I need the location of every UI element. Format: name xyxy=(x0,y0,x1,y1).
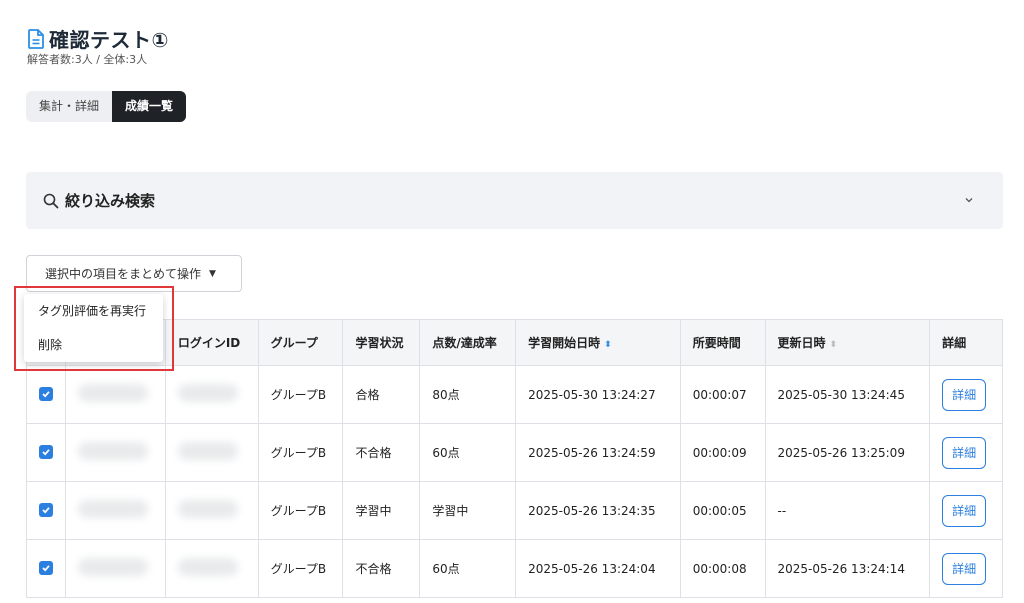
tab-summary-detail[interactable]: 集計・詳細 xyxy=(26,91,113,122)
grade-table: ログインID グループ 学習状況 点数/達成率 学習開始日時 ⬍ 所要時間 更新日… xyxy=(26,319,1003,598)
table-header-row: ログインID グループ 学習状況 点数/達成率 学習開始日時 ⬍ 所要時間 更新日… xyxy=(26,319,1003,366)
checkbox-checked-icon[interactable] xyxy=(39,445,53,459)
blurred-login-id xyxy=(177,384,238,402)
header-start-time-label: 学習開始日時 xyxy=(528,336,601,350)
page-title: 確認テスト① xyxy=(49,28,169,52)
blurred-name xyxy=(78,500,148,518)
sort-icon[interactable]: ⬍ xyxy=(604,340,612,350)
blurred-name xyxy=(78,384,148,402)
filter-search-label: 絞り込み検索 xyxy=(65,192,156,210)
group-cell: グループB xyxy=(257,481,344,540)
blurred-login-id xyxy=(177,558,238,576)
duration-cell: 00:00:05 xyxy=(679,481,766,540)
start-time-cell: 2025-05-26 13:24:59 xyxy=(515,423,681,482)
row-checkbox-cell[interactable] xyxy=(26,423,66,482)
group-cell: グループB xyxy=(257,539,344,598)
row-checkbox-cell[interactable] xyxy=(26,481,66,540)
login-id-cell xyxy=(164,539,259,598)
detail-button[interactable]: 詳細 xyxy=(942,378,987,411)
detail-cell: 詳細 xyxy=(929,481,1003,540)
detail-button[interactable]: 詳細 xyxy=(942,494,987,527)
score-cell: 60点 xyxy=(419,539,517,598)
chevron-down-icon[interactable] xyxy=(963,194,975,206)
header-updated-time[interactable]: 更新日時 ⬍ xyxy=(764,319,931,366)
checkbox-checked-icon[interactable] xyxy=(39,503,53,517)
status-cell: 不合格 xyxy=(342,539,421,598)
table-row: グループB 学習中 学習中 2025-05-26 13:24:35 00:00:… xyxy=(26,481,1003,540)
updated-time-cell: 2025-05-26 13:25:09 xyxy=(764,423,931,482)
name-cell xyxy=(65,481,166,540)
bulk-action-button[interactable]: 選択中の項目をまとめて操作 ▼ xyxy=(26,255,242,292)
updated-time-cell: 2025-05-26 13:24:14 xyxy=(764,539,931,598)
start-time-cell: 2025-05-30 13:24:27 xyxy=(515,365,681,424)
score-cell: 80点 xyxy=(419,365,517,424)
group-cell: グループB xyxy=(257,423,344,482)
updated-time-cell: -- xyxy=(764,481,931,540)
blurred-login-id xyxy=(177,500,238,518)
score-cell: 60点 xyxy=(419,423,517,482)
respondent-count: 解答者数:3人 / 全体:3人 xyxy=(27,53,148,66)
detail-cell: 詳細 xyxy=(929,365,1003,424)
group-cell: グループB xyxy=(257,365,344,424)
updated-time-cell: 2025-05-30 13:24:45 xyxy=(764,365,931,424)
checkbox-checked-icon[interactable] xyxy=(39,387,53,401)
status-cell: 学習中 xyxy=(342,481,421,540)
header-start-time[interactable]: 学習開始日時 ⬍ xyxy=(515,319,681,366)
tab-grade-list[interactable]: 成績一覧 xyxy=(112,91,187,122)
start-time-cell: 2025-05-26 13:24:04 xyxy=(515,539,681,598)
duration-cell: 00:00:07 xyxy=(679,365,766,424)
duration-cell: 00:00:09 xyxy=(679,423,766,482)
duration-cell: 00:00:08 xyxy=(679,539,766,598)
status-cell: 合格 xyxy=(342,365,421,424)
table-row: グループB 不合格 60点 2025-05-26 13:24:04 00:00:… xyxy=(26,539,1003,598)
checkbox-checked-icon[interactable] xyxy=(39,561,53,575)
bulk-action-menu: タグ別評価を再実行 削除 xyxy=(24,294,163,362)
view-tabs: 集計・詳細 成績一覧 xyxy=(26,91,187,122)
filter-search-panel[interactable]: 絞り込み検索 xyxy=(26,172,1003,229)
login-id-cell xyxy=(164,423,259,482)
search-icon xyxy=(43,193,59,208)
detail-cell: 詳細 xyxy=(929,539,1003,598)
menu-item-delete[interactable]: 削除 xyxy=(24,328,163,362)
login-id-cell xyxy=(164,481,259,540)
name-cell xyxy=(65,423,166,482)
header-score: 点数/達成率 xyxy=(419,319,517,366)
caret-down-icon: ▼ xyxy=(209,268,216,279)
header-updated-time-label: 更新日時 xyxy=(777,336,826,350)
detail-cell: 詳細 xyxy=(929,423,1003,482)
page-header: 確認テスト① xyxy=(27,24,169,53)
score-cell: 学習中 xyxy=(419,481,517,540)
status-cell: 不合格 xyxy=(342,423,421,482)
sort-icon[interactable]: ⬍ xyxy=(830,340,838,350)
row-checkbox-cell[interactable] xyxy=(26,539,66,598)
blurred-login-id xyxy=(177,442,238,460)
header-duration: 所要時間 xyxy=(679,319,766,366)
header-login-id: ログインID xyxy=(164,319,259,366)
table-row: グループB 不合格 60点 2025-05-26 13:24:59 00:00:… xyxy=(26,423,1003,482)
menu-item-rerun-tag-evaluation[interactable]: タグ別評価を再実行 xyxy=(24,294,163,328)
row-checkbox-cell[interactable] xyxy=(26,365,66,424)
header-status: 学習状況 xyxy=(342,319,421,366)
detail-button[interactable]: 詳細 xyxy=(942,436,987,469)
header-group: グループ xyxy=(257,319,344,366)
table-row: グループB 合格 80点 2025-05-30 13:24:27 00:00:0… xyxy=(26,365,1003,424)
detail-button[interactable]: 詳細 xyxy=(942,552,987,585)
bulk-action-label: 選択中の項目をまとめて操作 xyxy=(45,267,202,281)
login-id-cell xyxy=(164,365,259,424)
document-icon xyxy=(28,28,44,49)
blurred-name xyxy=(78,558,148,576)
name-cell xyxy=(65,539,166,598)
blurred-name xyxy=(78,442,148,460)
name-cell xyxy=(65,365,166,424)
header-detail: 詳細 xyxy=(929,319,1003,366)
start-time-cell: 2025-05-26 13:24:35 xyxy=(515,481,681,540)
